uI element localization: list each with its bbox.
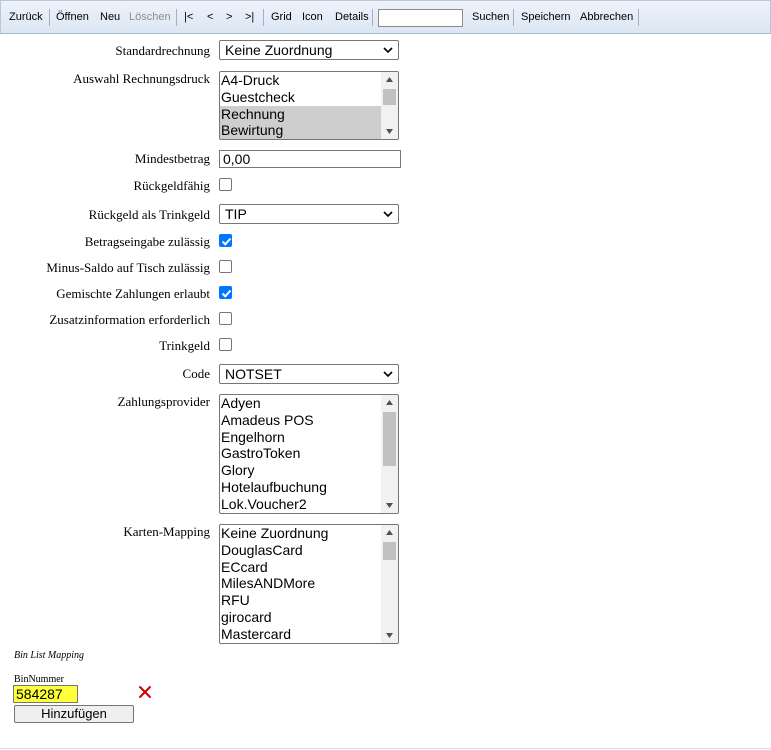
icon-view-button[interactable]: Icon	[302, 11, 323, 23]
toolbar: Zurück Öffnen Neu Löschen |< < > >| Grid…	[0, 0, 771, 34]
additional-info-checkbox[interactable]	[219, 312, 232, 325]
card-mapping-listbox[interactable]: Keine Zuordnung DouglasCard ECcard MilesAND…	[219, 524, 399, 644]
standard-invoice-label: Standardrechnung	[115, 43, 210, 58]
list-option[interactable]: Adyen	[220, 395, 382, 412]
tip-label: Trinkgeld	[159, 338, 210, 353]
toolbar-separator	[49, 9, 50, 26]
list-option[interactable]: GastroToken	[220, 445, 382, 462]
list-option[interactable]: ECcard	[220, 559, 382, 576]
previous-record-button[interactable]: <	[207, 11, 213, 23]
scroll-down-icon[interactable]	[385, 501, 394, 510]
list-option[interactable]: A4-Druck	[220, 72, 382, 89]
minus-balance-checkbox[interactable]	[219, 260, 232, 273]
scrollbar-thumb[interactable]	[383, 542, 396, 560]
grid-view-button[interactable]: Grid	[271, 11, 292, 23]
list-option[interactable]: Amadeus POS	[220, 412, 382, 429]
additional-info-label: Zusatzinformation erforderlich	[49, 312, 210, 327]
bin-number-input[interactable]: 584287	[13, 685, 78, 703]
list-option[interactable]: Mastercard	[220, 626, 382, 643]
chevron-down-icon	[383, 371, 393, 378]
standard-invoice-select[interactable]: Keine Zuordnung	[219, 40, 399, 60]
change-as-tip-value: TIP	[225, 206, 247, 222]
toolbar-separator	[513, 9, 514, 26]
list-option[interactable]: Glory	[220, 462, 382, 479]
list-option[interactable]: girocard	[220, 609, 382, 626]
tip-checkbox[interactable]	[219, 338, 232, 351]
search-input[interactable]	[379, 10, 462, 26]
chevron-down-icon	[383, 211, 393, 218]
checkmark-icon	[221, 289, 232, 298]
search-button[interactable]: Suchen	[472, 11, 509, 23]
bin-section-title: Bin List Mapping	[14, 650, 85, 661]
scroll-down-icon[interactable]	[385, 631, 394, 640]
list-option[interactable]: Guestcheck	[220, 89, 382, 106]
toolbar-separator	[263, 9, 264, 26]
toolbar-separator	[638, 9, 639, 26]
code-select[interactable]: NOTSET	[219, 364, 399, 384]
min-amount-label: Mindestbetrag	[134, 151, 210, 166]
card-mapping-label: Karten-Mapping	[123, 524, 210, 539]
delete-button[interactable]: Löschen	[129, 11, 171, 23]
print-selection-label: Auswahl Rechnungsdruck	[73, 71, 210, 86]
mixed-payments-label: Gemischte Zahlungen erlaubt	[56, 286, 210, 301]
new-button[interactable]: Neu	[100, 11, 120, 23]
change-capable-checkbox[interactable]	[219, 178, 232, 191]
code-label: Code	[182, 366, 210, 381]
min-amount-input[interactable]: 0,00	[219, 150, 401, 168]
amount-entry-label: Betragseingabe zulässig	[84, 234, 210, 249]
checkmark-icon	[221, 237, 232, 246]
back-button[interactable]: Zurück	[9, 11, 43, 23]
list-option[interactable]: Engelhorn	[220, 429, 382, 446]
divider	[0, 748, 771, 749]
list-option[interactable]: Keine Zuordnung	[220, 525, 382, 542]
payment-provider-label: Zahlungsprovider	[117, 394, 210, 409]
list-option[interactable]: Lok.Voucher2	[220, 496, 382, 513]
scroll-up-icon[interactable]	[385, 75, 394, 84]
scroll-up-icon[interactable]	[385, 528, 394, 537]
toolbar-separator	[176, 9, 177, 26]
amount-entry-checkbox[interactable]	[219, 234, 232, 247]
next-record-button[interactable]: >	[226, 11, 232, 23]
minus-balance-label: Minus-Saldo auf Tisch zulässig	[46, 260, 210, 275]
scrollbar[interactable]	[381, 395, 398, 513]
list-option[interactable]: DouglasCard	[220, 542, 382, 559]
mixed-payments-checkbox[interactable]	[219, 286, 232, 299]
payment-provider-listbox[interactable]: Adyen Amadeus POS Engelhorn GastroToken Glor…	[219, 394, 399, 514]
list-option[interactable]: Hotelaufbuchung	[220, 479, 382, 496]
list-option[interactable]: MilesANDMore	[220, 575, 382, 592]
card-mapping-options: Keine Zuordnung DouglasCard ECcard MilesAND…	[220, 525, 398, 643]
delete-x-icon[interactable]	[138, 685, 152, 699]
scrollbar-thumb[interactable]	[383, 89, 396, 105]
bin-number-label: BinNummer	[14, 674, 64, 685]
scrollbar[interactable]	[381, 72, 398, 139]
scroll-up-icon[interactable]	[385, 398, 394, 407]
toolbar-separator	[372, 9, 373, 26]
details-view-button[interactable]: Details	[335, 11, 369, 23]
scrollbar-thumb[interactable]	[383, 412, 396, 466]
code-value: NOTSET	[225, 366, 282, 382]
add-button[interactable]: Hinzufügen	[14, 705, 134, 723]
chevron-down-icon	[383, 47, 393, 54]
cancel-button[interactable]: Abbrechen	[580, 11, 633, 23]
scrollbar[interactable]	[381, 525, 398, 643]
print-selection-listbox[interactable]: A4-Druck Guestcheck Rechnung Bewirtung	[219, 71, 399, 140]
standard-invoice-value: Keine Zuordnung	[225, 42, 333, 58]
list-option[interactable]: RFU	[220, 592, 382, 609]
change-as-tip-label: Rückgeld als Trinkgeld	[88, 207, 210, 222]
search-field	[378, 9, 463, 27]
list-option[interactable]: Rechnung	[220, 105, 382, 123]
scroll-down-icon[interactable]	[385, 127, 394, 136]
print-selection-options: A4-Druck Guestcheck Rechnung Bewirtung	[220, 72, 398, 139]
list-option[interactable]: Bewirtung	[220, 122, 382, 139]
save-button[interactable]: Speichern	[521, 11, 571, 23]
change-capable-label: Rückgeldfähig	[133, 178, 210, 193]
open-button[interactable]: Öffnen	[56, 11, 89, 23]
change-as-tip-select[interactable]: TIP	[219, 204, 399, 224]
first-record-button[interactable]: |<	[184, 11, 193, 23]
payment-provider-options: Adyen Amadeus POS Engelhorn GastroToken Glor…	[220, 395, 398, 513]
last-record-button[interactable]: >|	[245, 11, 254, 23]
